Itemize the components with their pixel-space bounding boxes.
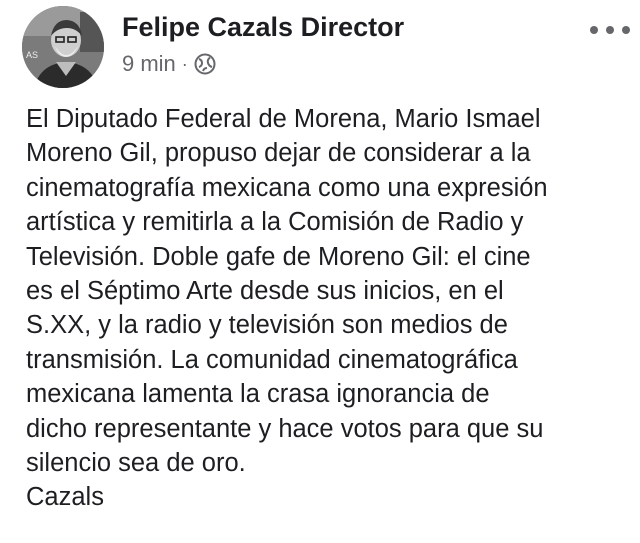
post-text-line: artística y remitirla a la Comisión de R… bbox=[26, 208, 524, 237]
post-text-line: es el Séptimo Arte desde sus inicios, en… bbox=[26, 277, 504, 306]
post-text-line: Televisión. Doble gafe de Moreno Gil: el… bbox=[26, 242, 531, 271]
svg-text:AS: AS bbox=[26, 50, 38, 60]
post-text-line: silencio sea de oro. bbox=[26, 449, 246, 478]
facebook-post: AS Felipe Cazals Director 9 min · El Dip… bbox=[0, 0, 640, 543]
post-text-line: Moreno Gil, propuso dejar de considerar … bbox=[26, 139, 531, 168]
post-text-line: dicho representante y hace votos para qu… bbox=[26, 414, 544, 443]
meta-separator: · bbox=[181, 53, 188, 74]
more-dot bbox=[606, 26, 614, 34]
post-meta: 9 min · bbox=[122, 50, 216, 78]
post-text: El Diputado Federal de Morena, Mario Ism… bbox=[26, 102, 632, 515]
more-dot bbox=[590, 26, 598, 34]
post-text-line: cinematografía mexicana como una expresi… bbox=[26, 173, 548, 202]
more-dot bbox=[622, 26, 630, 34]
more-options-icon[interactable] bbox=[590, 22, 630, 38]
post-text-line: El Diputado Federal de Morena, Mario Ism… bbox=[26, 105, 541, 133]
avatar[interactable]: AS bbox=[22, 6, 104, 88]
author-name[interactable]: Felipe Cazals Director bbox=[122, 10, 404, 44]
post-text-line: transmisión. La comunidad cinematográfic… bbox=[26, 345, 518, 374]
post-signature: Cazals bbox=[26, 483, 104, 512]
globe-icon[interactable] bbox=[194, 53, 216, 75]
post-text-line: mexicana lamenta la crasa ignorancia de bbox=[26, 380, 490, 409]
post-text-line: S.XX, y la radio y televisión son medios… bbox=[26, 311, 508, 340]
timestamp[interactable]: 9 min bbox=[122, 51, 176, 77]
